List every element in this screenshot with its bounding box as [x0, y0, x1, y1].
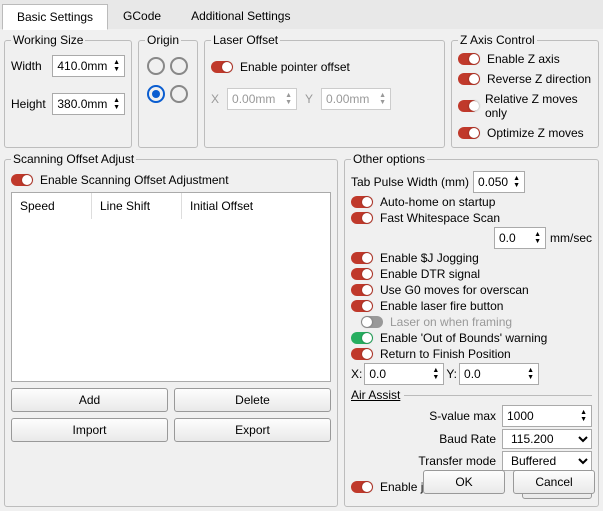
- finish-y-input[interactable]: [464, 367, 514, 381]
- optimize-z-toggle[interactable]: [458, 127, 480, 139]
- jjog-toggle[interactable]: [351, 252, 373, 264]
- fastws-unit: mm/sec: [550, 231, 592, 245]
- working-size-legend: Working Size: [11, 33, 85, 47]
- col-initial-offset[interactable]: Initial Offset: [182, 193, 330, 219]
- finish-x-label: X:: [351, 367, 362, 381]
- height-input[interactable]: [57, 97, 107, 111]
- delete-button[interactable]: Delete: [174, 388, 331, 412]
- tab-basic-settings[interactable]: Basic Settings: [2, 4, 108, 30]
- enable-scanning-offset-label: Enable Scanning Offset Adjustment: [40, 173, 229, 187]
- col-speed[interactable]: Speed: [12, 193, 92, 219]
- width-input[interactable]: [57, 59, 107, 73]
- offset-x-label: X: [211, 92, 219, 106]
- laser-on-framing-label: Laser on when framing: [390, 315, 512, 329]
- spinner-arrows[interactable]: ▲▼: [113, 59, 120, 73]
- ok-button[interactable]: OK: [423, 470, 505, 494]
- enable-scanning-offset-toggle[interactable]: [11, 174, 33, 186]
- return-finish-toggle[interactable]: [351, 348, 373, 360]
- tab-pulse-spinner[interactable]: ▲▼: [473, 171, 525, 193]
- spinner-arrows[interactable]: ▲▼: [113, 97, 120, 111]
- svalue-spinner[interactable]: ▲▼: [502, 405, 592, 427]
- air-assist-label: Air Assist: [351, 388, 400, 402]
- offset-y-spinner[interactable]: ▲▼: [321, 88, 391, 110]
- return-finish-label: Return to Finish Position: [380, 347, 511, 361]
- reverse-z-label: Reverse Z direction: [487, 72, 591, 86]
- autohome-toggle[interactable]: [351, 196, 373, 208]
- spinner-arrows[interactable]: ▲▼: [285, 92, 292, 106]
- export-button[interactable]: Export: [174, 418, 331, 442]
- outofbounds-toggle[interactable]: [351, 332, 373, 344]
- import-button[interactable]: Import: [11, 418, 168, 442]
- firebtn-label: Enable laser fire button: [380, 299, 503, 313]
- spinner-arrows[interactable]: ▲▼: [379, 92, 386, 106]
- spinner-arrows[interactable]: ▲▼: [432, 367, 439, 381]
- offset-y-input[interactable]: [326, 92, 376, 106]
- baud-select[interactable]: 115.200: [502, 429, 592, 449]
- zaxis-legend: Z Axis Control: [458, 33, 537, 47]
- col-line-shift[interactable]: Line Shift: [92, 193, 182, 219]
- finish-x-spinner[interactable]: ▲▼: [364, 363, 444, 385]
- add-button[interactable]: Add: [11, 388, 168, 412]
- laser-on-framing-toggle: [361, 316, 383, 328]
- cancel-button[interactable]: Cancel: [513, 470, 595, 494]
- offset-x-spinner[interactable]: ▲▼: [227, 88, 297, 110]
- g0-toggle[interactable]: [351, 284, 373, 296]
- relative-z-label: Relative Z moves only: [485, 92, 592, 120]
- autohome-label: Auto-home on startup: [380, 195, 495, 209]
- spinner-arrows[interactable]: ▲▼: [580, 409, 587, 423]
- dtr-toggle[interactable]: [351, 268, 373, 280]
- other-options-legend: Other options: [351, 152, 427, 166]
- relative-z-toggle[interactable]: [458, 100, 478, 112]
- width-label: Width: [11, 59, 48, 73]
- height-label: Height: [11, 97, 48, 111]
- enable-pointer-offset-label: Enable pointer offset: [240, 60, 350, 74]
- outofbounds-label: Enable 'Out of Bounds' warning: [380, 331, 547, 345]
- jjog-label: Enable $J Jogging: [380, 251, 479, 265]
- tab-pulse-label: Tab Pulse Width (mm): [351, 175, 469, 189]
- laser-offset-legend: Laser Offset: [211, 33, 280, 47]
- fastws-label: Fast Whitespace Scan: [380, 211, 500, 225]
- offset-y-label: Y: [305, 92, 313, 106]
- fastws-toggle[interactable]: [351, 212, 373, 224]
- optimize-z-label: Optimize Z moves: [487, 126, 584, 140]
- tab-bar: Basic Settings GCode Additional Settings: [0, 0, 603, 29]
- height-spinner[interactable]: ▲▼: [52, 93, 125, 115]
- g0-label: Use G0 moves for overscan: [380, 283, 529, 297]
- origin-bottom-left[interactable]: [147, 85, 165, 103]
- origin-top-right[interactable]: [170, 57, 188, 75]
- enable-z-toggle[interactable]: [458, 53, 480, 65]
- reverse-z-toggle[interactable]: [458, 73, 480, 85]
- offset-x-input[interactable]: [232, 92, 282, 106]
- fastws-input[interactable]: [499, 231, 527, 245]
- enable-z-label: Enable Z axis: [487, 52, 560, 66]
- spinner-arrows[interactable]: ▲▼: [534, 231, 541, 245]
- spinner-arrows[interactable]: ▲▼: [527, 367, 534, 381]
- spinner-arrows[interactable]: ▲▼: [513, 175, 520, 189]
- width-spinner[interactable]: ▲▼: [52, 55, 125, 77]
- scanning-legend: Scanning Offset Adjust: [11, 152, 136, 166]
- scanning-offset-table[interactable]: Speed Line Shift Initial Offset: [11, 192, 331, 382]
- dtr-label: Enable DTR signal: [380, 267, 480, 281]
- origin-bottom-right[interactable]: [170, 85, 188, 103]
- baud-label: Baud Rate: [439, 432, 496, 446]
- tab-pulse-input[interactable]: [478, 175, 512, 189]
- tab-additional-settings[interactable]: Additional Settings: [176, 3, 305, 29]
- svalue-input[interactable]: [507, 409, 567, 423]
- finish-y-spinner[interactable]: ▲▼: [459, 363, 539, 385]
- origin-top-left[interactable]: [147, 57, 165, 75]
- fastws-spinner[interactable]: ▲▼: [494, 227, 546, 249]
- tab-gcode[interactable]: GCode: [108, 3, 176, 29]
- firebtn-toggle[interactable]: [351, 300, 373, 312]
- finish-x-input[interactable]: [369, 367, 419, 381]
- finish-y-label: Y:: [446, 367, 457, 381]
- svalue-label: S-value max: [429, 409, 496, 423]
- enable-pointer-offset-toggle[interactable]: [211, 61, 233, 73]
- origin-legend: Origin: [145, 33, 181, 47]
